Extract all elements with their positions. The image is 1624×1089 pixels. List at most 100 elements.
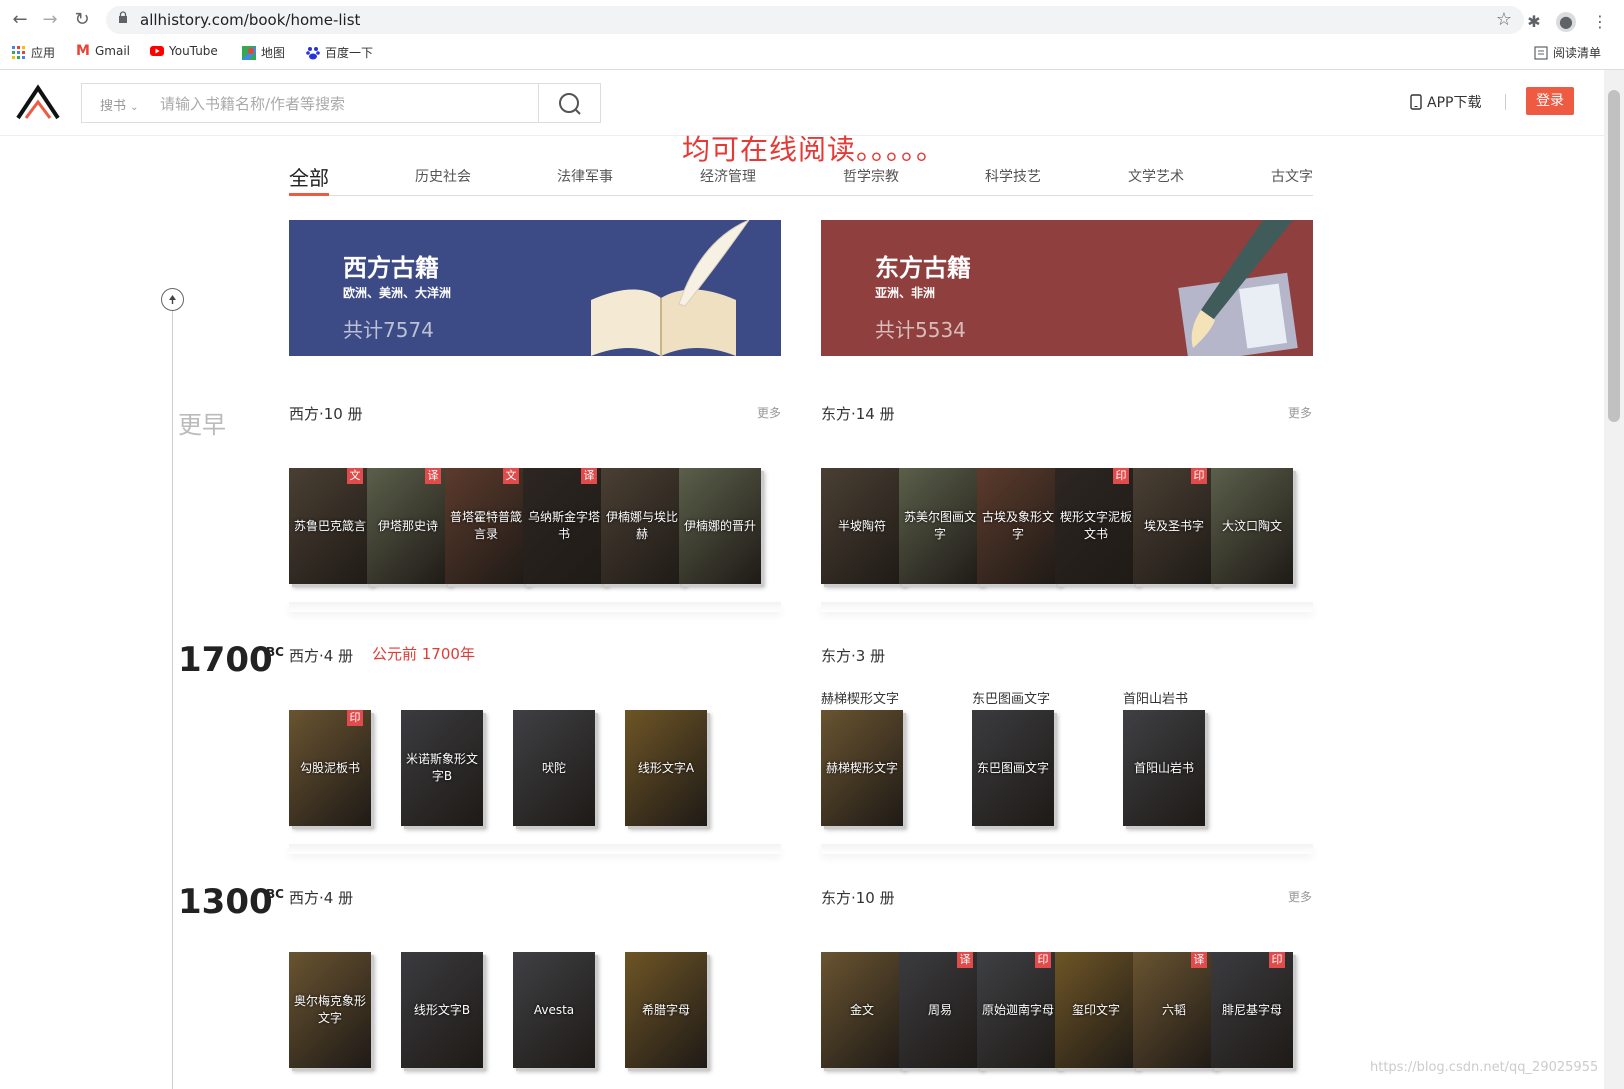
west-ancient-books-banner[interactable]: 西方古籍 欧洲、美洲、大洋洲 共计7574	[289, 220, 781, 356]
book-cover[interactable]: 希腊字母	[625, 952, 707, 1068]
book-cover[interactable]: 楔形文字泥板文书 印	[1055, 468, 1137, 584]
book-cover[interactable]: 伊楠娜与埃比赫	[601, 468, 683, 584]
book-cover[interactable]: 苏鲁巴克箴言 文	[289, 468, 371, 584]
baidu-paw-icon	[306, 46, 320, 59]
search-button[interactable]	[538, 84, 600, 122]
era-year: 1700	[178, 640, 273, 680]
book-title: 米诺斯象形文字B	[405, 752, 478, 783]
book-cover[interactable]: 伊塔那史诗 译	[367, 468, 449, 584]
bookmarks-bar: 应用 M Gmail YouTube 地图 百度一下 阅读清单	[0, 40, 1624, 66]
book-cover[interactable]: 古埃及象形文字	[977, 468, 1059, 584]
book-title: 东巴图画文字	[976, 760, 1049, 775]
book-cover[interactable]: 大汶口陶文	[1211, 468, 1293, 584]
book-cover[interactable]: 线形文字B	[401, 952, 483, 1068]
scrollbar-thumb[interactable]	[1608, 90, 1620, 422]
book-title: 吠陀	[541, 760, 566, 775]
book-cover[interactable]: 周易 译	[899, 952, 981, 1068]
reading-list[interactable]: 阅读清单	[1534, 44, 1601, 61]
tab-science-technology[interactable]: 科学技艺	[985, 166, 1041, 186]
book-badge: 译	[425, 468, 441, 484]
more-link[interactable]: 更多	[1288, 888, 1312, 905]
lock-icon	[119, 11, 127, 23]
login-button[interactable]: 登录	[1526, 87, 1574, 115]
search-category-select[interactable]: 搜书 ⌄	[100, 95, 139, 114]
book-badge: 印	[1269, 952, 1285, 968]
book-caption[interactable]: 首阳山岩书	[1123, 688, 1188, 707]
bookmark-label: 百度一下	[325, 46, 374, 60]
book-caption[interactable]: 赫梯楔形文字	[821, 688, 899, 707]
more-link[interactable]: 更多	[1288, 404, 1312, 421]
book-cover[interactable]: 普塔霍特普箴言录 文	[445, 468, 527, 584]
reading-list-icon	[1534, 45, 1548, 60]
era-bc-label: BC	[266, 887, 284, 901]
book-cover[interactable]: 东巴图画文字	[972, 710, 1054, 826]
extensions-puzzle-icon[interactable]: ✱	[1524, 12, 1544, 32]
book-cover[interactable]: 勾股泥板书 印	[289, 710, 371, 826]
book-title: 普塔霍特普箴言录	[449, 510, 522, 541]
bookmark-baidu[interactable]: 百度一下	[306, 44, 373, 61]
tab-literature-art[interactable]: 文学艺术	[1128, 166, 1184, 186]
book-cover[interactable]: 米诺斯象形文字B	[401, 710, 483, 826]
book-badge: 印	[347, 710, 363, 726]
book-cover[interactable]: 吠陀	[513, 710, 595, 826]
timeline-up-button[interactable]	[161, 288, 184, 311]
forward-arrow-icon[interactable]: →	[40, 10, 60, 30]
book-cover[interactable]: 线形文字A	[625, 710, 707, 826]
bookmark-maps[interactable]: 地图	[242, 44, 285, 61]
book-cover[interactable]: 六韬 译	[1133, 952, 1215, 1068]
book-cover[interactable]: 腓尼基字母 印	[1211, 952, 1293, 1068]
tab-economics-management[interactable]: 经济管理	[700, 166, 756, 186]
book-cover[interactable]: 赫梯楔形文字	[821, 710, 903, 826]
east-ancient-books-banner[interactable]: 东方古籍 亚洲、非洲 共计5534	[821, 220, 1313, 356]
book-title: 乌纳斯金字塔书	[527, 510, 600, 541]
book-cover[interactable]: 奥尔梅克象形文字	[289, 952, 371, 1068]
back-arrow-icon[interactable]: ←	[10, 10, 30, 30]
book-cover[interactable]: 伊楠娜的晋升	[679, 468, 761, 584]
url-text: allhistory.com/book/home-list	[140, 11, 361, 29]
tab-all[interactable]: 全部	[289, 162, 329, 191]
book-title: 首阳山岩书	[1133, 760, 1194, 775]
allhistory-logo-icon[interactable]	[16, 84, 60, 120]
timeline-earlier-label: 更早	[178, 411, 226, 439]
watermark-text: https://blog.csdn.net/qq_29025955	[1370, 1060, 1599, 1075]
book-badge: 印	[1113, 468, 1129, 484]
bookmark-apps[interactable]: 应用	[12, 44, 55, 61]
book-cover[interactable]: 玺印文字	[1055, 952, 1137, 1068]
search-input[interactable]	[160, 92, 520, 116]
bookmark-star-icon[interactable]: ☆	[1496, 9, 1512, 30]
bookmark-gmail[interactable]: M Gmail	[76, 44, 130, 58]
tab-ancient-scripts[interactable]: 古文字	[1271, 166, 1313, 186]
book-title: 苏美尔图画文字	[903, 510, 976, 541]
browser-chrome: ← → ↻ allhistory.com/book/home-list ☆ ✱ …	[0, 0, 1624, 70]
address-bar[interactable]: allhistory.com/book/home-list ☆	[106, 6, 1524, 34]
tab-history-society[interactable]: 历史社会	[415, 166, 471, 186]
book-cover[interactable]: 乌纳斯金字塔书 译	[523, 468, 605, 584]
section-label-west: 西方·4 册	[289, 647, 354, 665]
tab-philosophy-religion[interactable]: 哲学宗教	[843, 166, 899, 186]
book-title: 半坡陶符	[837, 518, 886, 533]
book-title: 腓尼基字母	[1221, 1002, 1282, 1017]
reload-icon[interactable]: ↻	[72, 10, 92, 30]
category-tabs: 全部 历史社会 法律军事 经济管理 哲学宗教 科学技艺 文学艺术 古文字	[289, 162, 1313, 196]
book-cover[interactable]: 原始迦南字母 印	[977, 952, 1059, 1068]
book-cover[interactable]: 半坡陶符	[821, 468, 903, 584]
tab-law-military[interactable]: 法律军事	[557, 166, 613, 186]
open-book-quill-icon	[591, 220, 750, 356]
book-cover[interactable]: 埃及圣书字 印	[1133, 468, 1215, 584]
page-scrollbar[interactable]	[1604, 70, 1624, 1089]
gmail-icon: M	[76, 43, 90, 59]
book-cover[interactable]: Avesta	[513, 952, 595, 1068]
book-caption[interactable]: 东巴图画文字	[972, 688, 1050, 707]
book-title: 线形文字A	[637, 760, 695, 775]
section-label-east: 东方·10 册	[821, 889, 895, 907]
book-cover[interactable]: 金文	[821, 952, 903, 1068]
book-cover[interactable]: 首阳山岩书	[1123, 710, 1205, 826]
more-link[interactable]: 更多	[757, 404, 781, 421]
arrow-up-icon	[169, 295, 176, 304]
menu-dots-icon[interactable]: ⋮	[1590, 12, 1610, 32]
book-title: 伊楠娜的晋升	[683, 518, 756, 533]
app-download-link[interactable]: APP下载	[1410, 92, 1481, 112]
profile-avatar-icon[interactable]: ●	[1556, 12, 1576, 32]
bookmark-youtube[interactable]: YouTube	[150, 44, 218, 58]
book-cover[interactable]: 苏美尔图画文字	[899, 468, 981, 584]
